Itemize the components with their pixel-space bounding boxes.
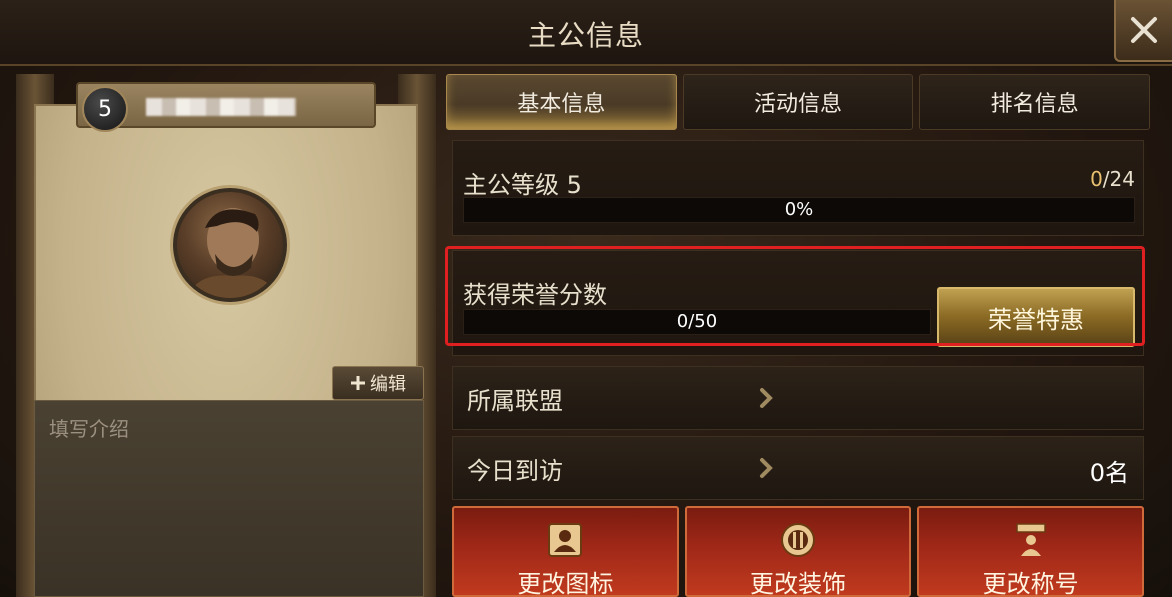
change-icon-label: 更改图标 xyxy=(517,570,614,597)
frame-icon xyxy=(781,523,815,557)
today-visits-label: 今日到访 xyxy=(467,457,563,485)
lord-level-label: 主公等级 5 xyxy=(463,171,582,199)
change-icon-button[interactable]: 更改图标 xyxy=(452,506,679,597)
lord-info-window: 主公信息 5 编辑 填写介绍 基本信息 活动信息 排名信息 主公等级 5 0/2… xyxy=(0,0,1172,597)
avatar[interactable] xyxy=(173,188,287,302)
level-badge: 5 xyxy=(82,86,128,132)
alliance-label: 所属联盟 xyxy=(467,387,563,415)
change-title-label: 更改称号 xyxy=(982,570,1079,597)
chevron-right-icon xyxy=(760,458,773,478)
action-buttons: 更改图标 更改装饰 更改称号 xyxy=(452,506,1145,597)
row-alliance[interactable]: 所属联盟 xyxy=(452,366,1144,430)
row-today-visits[interactable]: 今日到访 0名 xyxy=(452,436,1144,500)
edit-label: 编辑 xyxy=(370,374,406,395)
lord-level-progress-bar: 0% xyxy=(463,197,1135,223)
lord-level-slash: / xyxy=(1102,167,1110,191)
portrait-icon xyxy=(548,523,583,557)
tab-basic-info[interactable]: 基本信息 xyxy=(446,74,677,130)
edit-intro-button[interactable]: 编辑 xyxy=(332,366,424,400)
intro-placeholder: 填写介绍 xyxy=(49,417,129,441)
title-icon xyxy=(1015,523,1046,556)
tab-ranking-info[interactable]: 排名信息 xyxy=(919,74,1151,130)
today-visits-value: 0名 xyxy=(1089,459,1129,487)
info-tabs: 基本信息 活动信息 排名信息 xyxy=(446,74,1151,130)
lord-level-exp: 0/24 xyxy=(1090,167,1135,191)
intro-textarea[interactable]: 填写介绍 xyxy=(34,400,424,597)
window-title: 主公信息 xyxy=(527,19,644,52)
change-decoration-button[interactable]: 更改装饰 xyxy=(684,506,912,597)
close-icon xyxy=(1131,17,1157,43)
close-button[interactable] xyxy=(1114,0,1172,62)
chevron-right-icon xyxy=(760,388,773,408)
portrait-avatar-icon xyxy=(187,208,277,298)
plus-icon xyxy=(351,376,365,390)
change-title-button[interactable]: 更改称号 xyxy=(917,506,1145,597)
lord-level-section: 主公等级 5 0/24 0% xyxy=(452,140,1144,236)
tab-activity-info[interactable]: 活动信息 xyxy=(682,74,914,130)
lord-level-progress-text: 0% xyxy=(784,199,814,220)
honor-highlight-frame xyxy=(445,246,1145,346)
lord-level-current: 0 xyxy=(1090,167,1103,191)
player-name-redacted xyxy=(146,98,296,116)
title-bar: 主公信息 xyxy=(0,0,1172,66)
change-decoration-label: 更改装饰 xyxy=(750,570,846,597)
lord-level-max: 24 xyxy=(1109,167,1135,191)
profile-panel: 5 编辑 填写介绍 xyxy=(16,74,436,597)
